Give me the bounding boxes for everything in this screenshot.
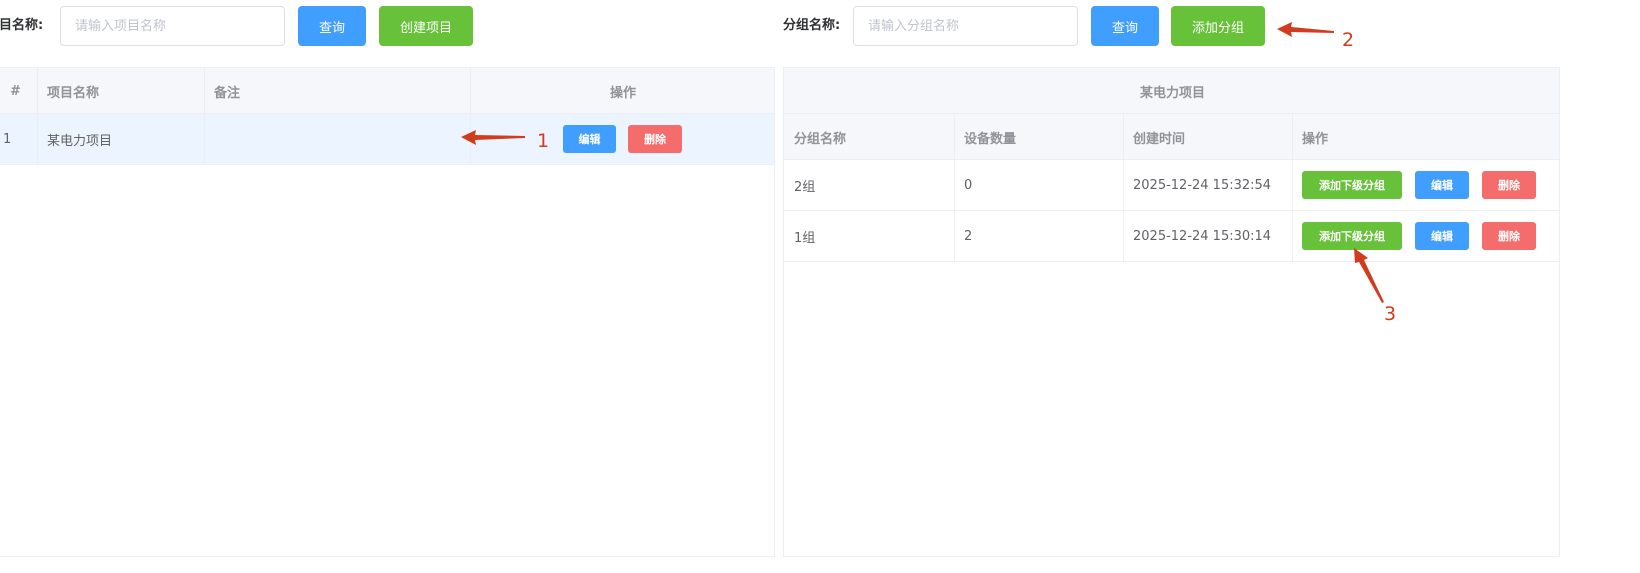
annotation-label-1: 1 [537,130,550,152]
annotation-arrow-3 [1354,248,1384,303]
annotation-label-3: 3 [1384,303,1397,325]
annotation-arrows [461,22,1384,303]
annotation-label-2: 2 [1342,29,1355,51]
annotation-arrow-2 [1277,22,1334,37]
annotation-arrow-1 [461,130,525,145]
